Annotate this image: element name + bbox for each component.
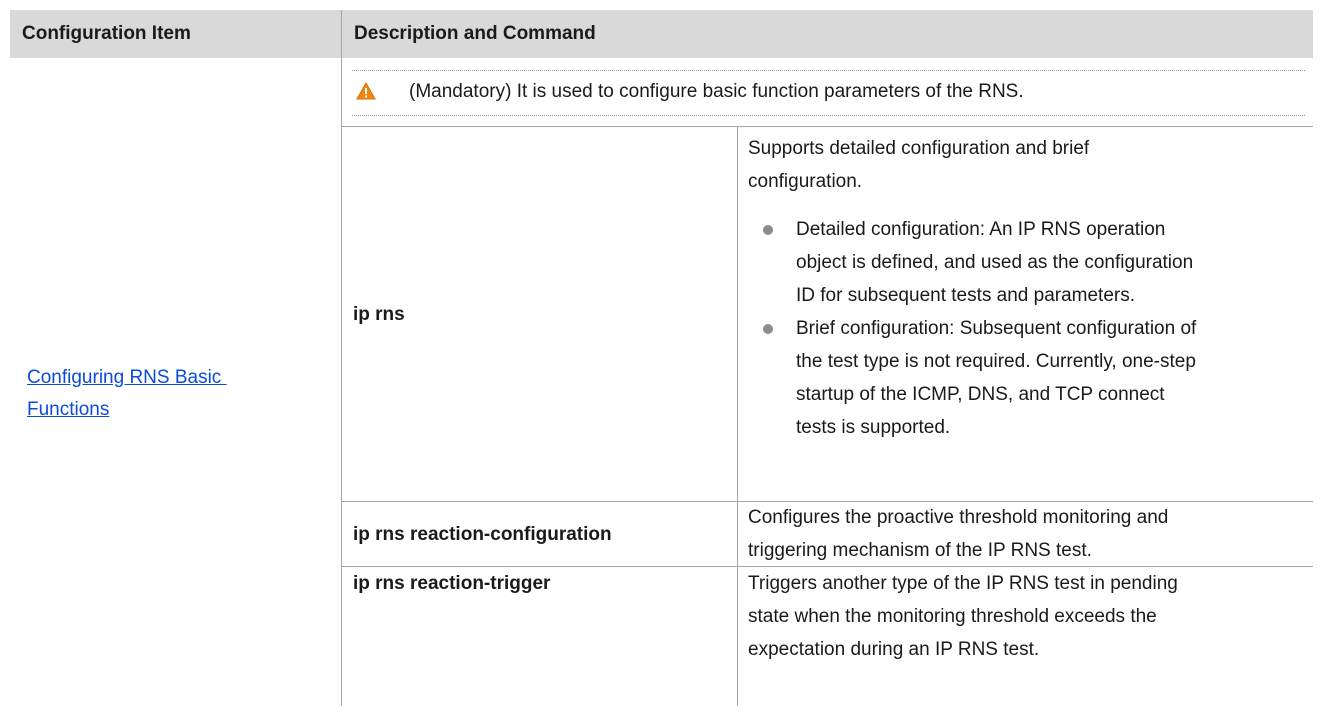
warning-icon (356, 81, 376, 100)
bullet-detailed-configuration: Detailed configuration: An IP RNS operat… (796, 214, 1308, 313)
link-line-2[interactable]: Functions (27, 394, 327, 426)
desc-line: Triggers another type of the IP RNS test… (748, 573, 1178, 594)
bullet-icon (763, 225, 773, 235)
desc-line: triggering mechanism of the IP RNS test. (748, 540, 1092, 561)
bullet-line: ID for subsequent tests and parameters. (796, 285, 1136, 306)
bullet-brief-configuration: Brief configuration: Subsequent configur… (796, 313, 1308, 445)
command-ip-rns-reaction-configuration: ip rns reaction-configuration (353, 524, 612, 545)
bullet-icon (763, 324, 773, 334)
desc-line: state when the monitoring threshold exce… (748, 606, 1157, 627)
bullet-line: Detailed configuration: An IP RNS operat… (796, 219, 1166, 240)
note-top-dotted-line (352, 70, 1305, 71)
link-line-1[interactable]: Configuring RNS Basic (27, 362, 327, 394)
desc-line: configuration. (748, 171, 863, 192)
bullet-line: startup of the ICMP, DNS, and TCP connec… (796, 384, 1165, 405)
reaction-trigger-description: Triggers another type of the IP RNS test… (748, 568, 1308, 667)
note-bottom-dotted-line (352, 115, 1305, 116)
column-divider-1 (341, 10, 342, 706)
command-ip-rns-reaction-trigger: ip rns reaction-trigger (353, 573, 551, 594)
ip-rns-description: Supports detailed configuration and brie… (748, 133, 1308, 199)
desc-line: Configures the proactive threshold monit… (748, 507, 1169, 528)
mandatory-note-text: (Mandatory) It is used to configure basi… (409, 81, 1024, 102)
header-configuration-item: Configuration Item (22, 23, 191, 44)
bullet-line: the test type is not required. Currently… (796, 351, 1196, 372)
bullet-line: object is defined, and used as the confi… (796, 252, 1194, 273)
bullet-line: Brief configuration: Subsequent configur… (796, 318, 1197, 339)
command-ip-rns: ip rns (353, 304, 405, 325)
configuring-rns-basic-functions-link[interactable]: Configuring RNS Basic Functions (27, 362, 327, 426)
desc-line: Supports detailed configuration and brie… (748, 138, 1090, 159)
bullet-line: tests is supported. (796, 417, 951, 438)
row-divider-1 (341, 126, 1313, 127)
reaction-configuration-description: Configures the proactive threshold monit… (748, 502, 1308, 568)
header-description-command: Description and Command (354, 23, 596, 44)
column-divider-2 (737, 127, 738, 706)
desc-line: expectation during an IP RNS test. (748, 639, 1040, 660)
